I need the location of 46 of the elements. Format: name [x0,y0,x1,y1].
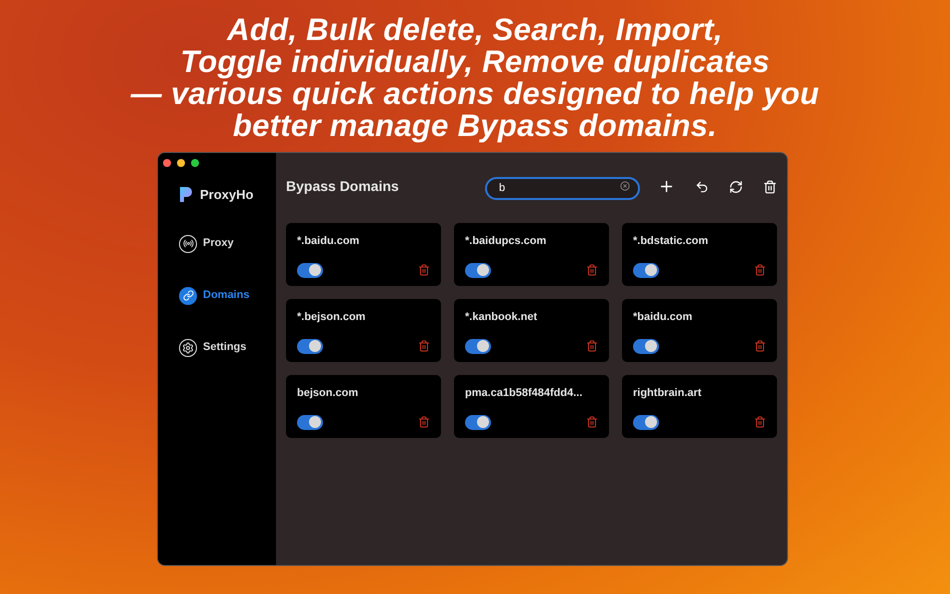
minimize-button[interactable] [177,159,185,167]
domain-name: *.baidupcs.com [465,234,548,249]
domain-name: *baidu.com [633,310,694,325]
domain-name: pma.ca1b58f484fdd4... [465,386,584,401]
trash-icon[interactable] [586,340,598,352]
trash-icon[interactable] [418,264,430,276]
sidebar-item[interactable]: Domains [179,286,276,304]
toggle-switch[interactable] [465,414,491,430]
refresh-icon[interactable] [729,180,743,194]
undo-icon[interactable] [695,180,709,194]
antenna-icon [179,234,197,252]
trash-icon[interactable] [586,416,598,428]
search-field[interactable]: b [485,176,640,200]
trash-icon[interactable] [754,416,766,428]
trash-icon[interactable] [418,340,430,352]
add-icon[interactable] [658,178,675,195]
clear-icon[interactable] [620,181,630,191]
trash-icon[interactable] [754,264,766,276]
toggle-switch[interactable] [633,338,659,354]
domain-name: *.kanbook.net [465,310,538,325]
toggle-switch[interactable] [633,262,659,278]
headline: Add, Bulk delete, Search, Import, Toggle individually, Remove duplicates — various quick actions designed to help you better manage Bypass domains. [130,14,820,142]
trash-icon[interactable] [754,340,766,352]
domain-name: *.bdstatic.com [633,234,710,249]
zoom-button[interactable] [191,159,199,167]
domain-name: *.bejson.com [297,310,366,325]
sidebar-item[interactable]: Settings [179,338,276,356]
link-icon [179,286,197,304]
toggle-switch[interactable] [297,262,323,278]
toggle-switch[interactable] [297,414,323,430]
toggle-switch[interactable] [465,262,491,278]
sidebar-item[interactable]: Proxy [179,234,276,252]
close-button[interactable] [163,159,171,167]
toggle-switch[interactable] [633,414,659,430]
domain-name: *.baidu.com [297,234,360,249]
toggle-switch[interactable] [297,338,323,354]
domain-name: rightbrain.art [633,386,702,401]
domain-name: bejson.com [297,386,360,401]
app-logo-icon [179,186,194,204]
trash-icon[interactable] [586,264,598,276]
gear-icon [179,338,197,356]
delete-all-icon[interactable] [763,180,777,194]
toggle-switch[interactable] [465,338,491,354]
page-title: Bypass Domains [286,177,399,196]
app-name: ProxyHo [200,186,254,204]
trash-icon[interactable] [418,416,430,428]
